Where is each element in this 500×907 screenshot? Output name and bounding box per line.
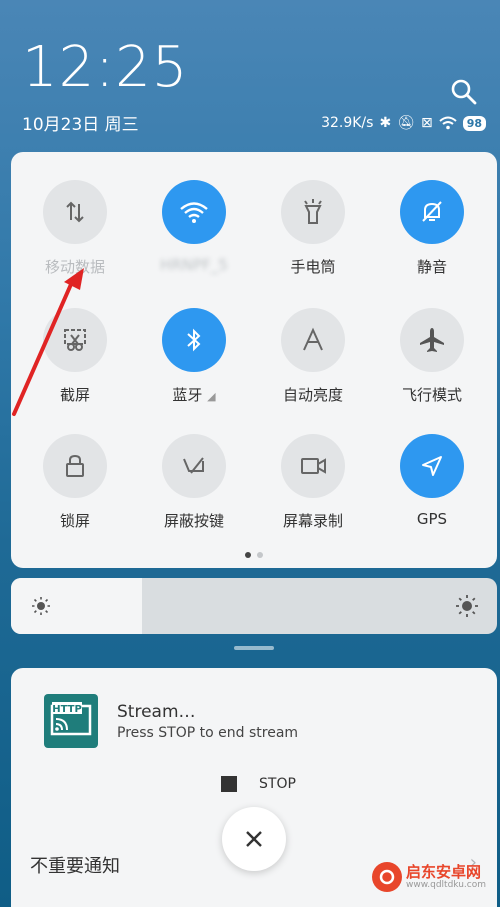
tile-bluetooth[interactable]: 蓝牙 ◢ [134, 308, 254, 405]
lockscreen-status: 12:25 10月23日 周三 [22, 35, 189, 136]
http-stream-app-icon: HTTP [44, 694, 98, 748]
tile-label: 蓝牙 ◢ [172, 386, 216, 404]
page-dot-active [245, 552, 251, 558]
tile-label-wifi-network: HRNPF_5 [160, 256, 228, 274]
block-keys-icon [162, 434, 226, 498]
tile-screen-record[interactable]: 屏幕录制 [253, 434, 373, 531]
airplane-icon [400, 308, 464, 372]
lock-icon [43, 434, 107, 498]
tile-auto-brightness[interactable]: 自动亮度 [253, 308, 373, 405]
unimportant-notifications-label[interactable]: 不重要通知 [30, 852, 120, 878]
tile-airplane[interactable]: 飞行模式 [372, 308, 492, 405]
network-speed: 32.9K/s [321, 115, 374, 131]
app-icon-text: HTTP [52, 704, 82, 715]
clear-all-button[interactable] [222, 807, 286, 871]
tile-label: 飞行模式 [401, 386, 462, 404]
tile-label: 自动亮度 [282, 386, 343, 404]
watermark-logo [372, 862, 402, 892]
letter-a-icon [281, 308, 345, 372]
tile-label: 屏幕录制 [282, 512, 343, 530]
watermark-name: 启东安卓网 [406, 862, 482, 881]
tile-label: 截屏 [59, 386, 90, 404]
tile-label: 静音 [416, 258, 447, 276]
video-camera-icon [281, 434, 345, 498]
battery-indicator: 98 [462, 115, 486, 131]
sim-status-icon: ⊠ [420, 115, 433, 131]
wifi-status-icon [439, 116, 457, 130]
tile-label: GPS [416, 510, 448, 528]
search-icon[interactable] [450, 78, 478, 106]
brightness-high-icon [456, 595, 478, 617]
navigation-icon [400, 434, 464, 498]
tile-label: 移动数据 [44, 258, 105, 276]
stop-label: STOP [259, 776, 296, 792]
tile-lock[interactable]: 锁屏 [15, 434, 135, 531]
notification-body: Press STOP to end stream [117, 725, 299, 741]
brightness-low-icon [32, 597, 50, 615]
bell-off-icon [400, 180, 464, 244]
tile-mute[interactable]: 静音 [372, 180, 492, 277]
bluetooth-icon [162, 308, 226, 372]
tile-label: 屏蔽按键 [163, 512, 224, 530]
watermark-url: www.qdltdku.com [406, 879, 487, 890]
system-status-bar: 32.9K/s ✱ 🔕︎ ⊠ 98 [321, 115, 486, 131]
page-dot [257, 552, 263, 558]
page-indicator [11, 543, 497, 562]
tile-label: 手电筒 [290, 258, 336, 276]
date: 10月23日 周三 [22, 115, 139, 135]
data-arrows-icon [43, 180, 107, 244]
scissors-icon [43, 308, 107, 372]
tile-flashlight[interactable]: 手电筒 [253, 180, 373, 277]
drag-handle[interactable] [234, 646, 274, 650]
wifi-icon [162, 180, 226, 244]
tile-mobile-data[interactable]: 移动数据 [15, 180, 135, 277]
brightness-slider[interactable] [11, 578, 497, 634]
clock: 12:25 [22, 35, 189, 100]
notification-title: Stream… [117, 702, 196, 722]
tile-wifi[interactable]: HRNPF_5 [134, 180, 254, 274]
flashlight-icon [281, 180, 345, 244]
expand-triangle-icon: ◢ [207, 390, 216, 403]
bluetooth-status-icon: ✱ [379, 115, 392, 131]
tile-block-keys[interactable]: 屏蔽按键 [134, 434, 254, 531]
tile-label: 锁屏 [59, 512, 90, 530]
mute-status-icon: 🔕︎ [397, 115, 415, 131]
quick-settings-panel: 移动数据 HRNPF_5 手电筒 静音 截屏 蓝牙 ◢ 自动亮度 飞行模式 锁屏… [11, 152, 497, 568]
tile-screenshot[interactable]: 截屏 [15, 308, 135, 405]
stop-icon [221, 776, 237, 792]
stop-button[interactable]: STOP [221, 776, 296, 792]
tile-gps[interactable]: GPS [372, 434, 492, 528]
close-icon [246, 831, 262, 847]
watermark: 启东安卓网 www.qdltdku.com [372, 862, 486, 892]
